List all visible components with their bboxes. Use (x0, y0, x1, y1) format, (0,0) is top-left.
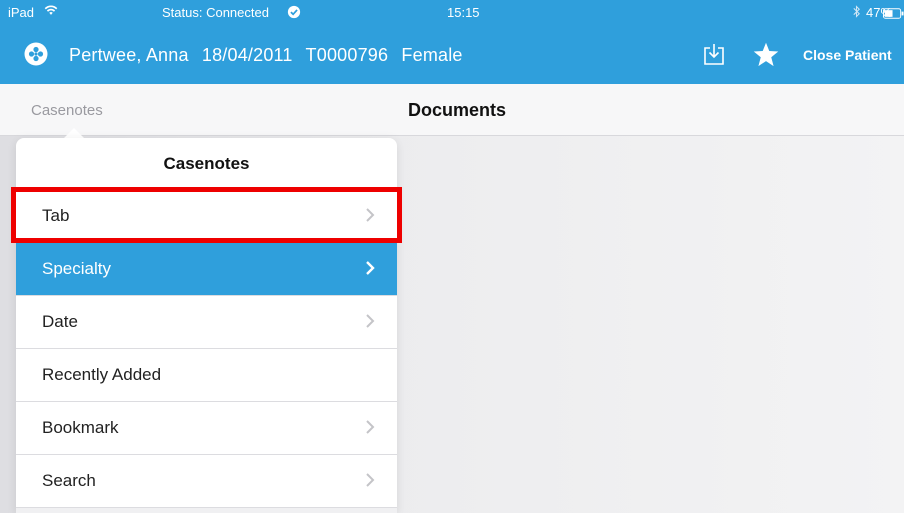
menu-item-label: Date (42, 312, 78, 331)
connection-status: Status: Connected (162, 5, 269, 20)
patient-dob: 18/04/2011 (201, 45, 293, 65)
menu-item-label: Recently Added (42, 365, 162, 384)
menu-item-label: Tab (42, 206, 70, 225)
menu-item-label: Bookmark (42, 418, 119, 437)
patient-name: Pertwee, Anna (69, 45, 189, 65)
menu-item-label: Specialty (42, 259, 111, 278)
chevron-right-icon (366, 473, 375, 487)
menu-list-bottom (16, 507, 397, 513)
bluetooth-icon (852, 5, 861, 21)
menu-item-specialty[interactable]: Specialty (16, 242, 397, 295)
patient-id: T0000796 (305, 45, 389, 65)
menu-item-search[interactable]: Search (16, 454, 397, 507)
chevron-right-icon (366, 261, 375, 275)
patient-gender: Female (401, 45, 463, 65)
menu-item-date[interactable]: Date (16, 295, 397, 348)
casenotes-popover: Casenotes Tab Specialty Date Recently Ad… (16, 138, 397, 513)
menu-item-label: Search (42, 471, 96, 490)
battery-icon (883, 7, 904, 22)
menu-item-recently-added[interactable]: Recently Added (16, 348, 397, 401)
device-label: iPad (8, 5, 35, 20)
menu-item-tab[interactable]: Tab (16, 189, 397, 242)
popover-title: Casenotes (163, 154, 250, 173)
star-icon[interactable] (752, 41, 780, 69)
patient-header: Pertwee, Anna 18/04/2011 T0000796 Female… (0, 26, 904, 84)
status-time: 15:15 (447, 5, 480, 20)
menu-item-bookmark[interactable]: Bookmark (16, 401, 397, 454)
navigation-bar: Casenotes Documents (0, 84, 904, 136)
download-icon[interactable] (703, 42, 725, 66)
chevron-right-icon (366, 314, 375, 328)
wifi-icon (44, 3, 58, 20)
check-icon (287, 5, 301, 22)
page-title: Documents (408, 100, 507, 120)
casenotes-back-button[interactable]: Casenotes (31, 102, 103, 119)
patient-info: Pertwee, Anna 18/04/2011 T0000796 Female (69, 45, 471, 66)
chevron-right-icon (366, 420, 375, 434)
chevron-right-icon (366, 208, 375, 222)
close-patient-button[interactable]: Close Patient (803, 47, 892, 63)
status-bar: iPad Status: Connected 15:15 47% (0, 0, 904, 26)
logo-icon (24, 42, 48, 66)
